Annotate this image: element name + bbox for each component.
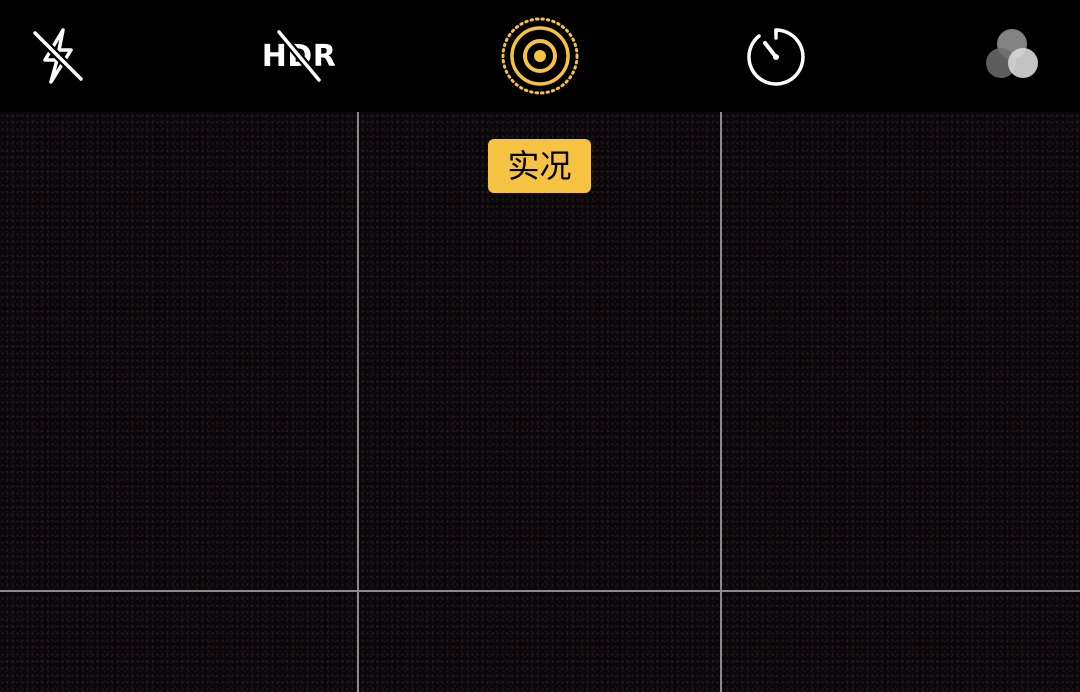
- timer-button[interactable]: [736, 16, 816, 96]
- timer-icon: [747, 28, 805, 86]
- camera-toolbar: HDR: [0, 0, 1080, 112]
- grid-line-horizontal-1: [0, 590, 1080, 592]
- filters-icon: [986, 29, 1038, 78]
- grid-line-vertical-2: [720, 112, 722, 692]
- live-photo-icon: [501, 17, 579, 95]
- camera-viewfinder[interactable]: [0, 112, 1080, 692]
- camera-screen: HDR: [0, 0, 1080, 692]
- grid-line-vertical-1: [357, 112, 359, 692]
- filters-button[interactable]: [972, 16, 1052, 96]
- hdr-off-icon: HDR: [262, 28, 336, 84]
- flash-toggle-button[interactable]: [18, 16, 98, 96]
- live-photo-button[interactable]: [500, 16, 580, 96]
- hdr-toggle-button[interactable]: HDR: [259, 16, 339, 96]
- live-status-badge: 实况: [488, 139, 591, 193]
- flash-off-icon: [31, 28, 85, 84]
